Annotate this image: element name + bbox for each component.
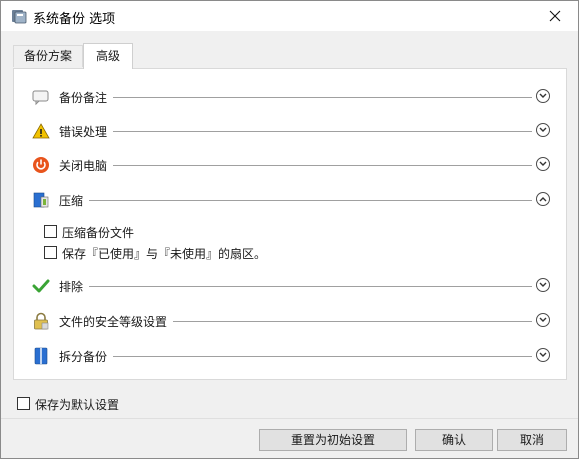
section-exclude[interactable]: 排除 [32, 275, 550, 297]
window-title: 系统备份 选项 [33, 12, 116, 27]
divider-line [59, 131, 532, 132]
section-label: 压缩 [59, 192, 90, 209]
options-dialog: 系统备份 选项 备份方案 高级 备份备注 错误处理 关闭电脑 压缩 压缩备份文件… [0, 0, 579, 459]
expand-toggle[interactable] [536, 89, 550, 103]
section-label: 备份备注 [59, 89, 114, 106]
save-default-checkbox[interactable] [17, 397, 30, 410]
close-button[interactable] [532, 1, 578, 31]
backup-app-icon [12, 10, 27, 24]
chevron-down-icon [539, 282, 547, 287]
ok-button[interactable]: 确认 [415, 429, 493, 451]
compress-file-label: 压缩备份文件 [62, 226, 135, 240]
split-icon [34, 347, 48, 365]
used-sectors-label: 保存『已使用』与『未使用』的扇区。 [62, 247, 267, 261]
checkmark-icon [32, 279, 50, 293]
tab-advanced[interactable]: 高级 [83, 43, 133, 69]
collapse-toggle[interactable] [536, 192, 550, 206]
section-label: 关闭电脑 [59, 157, 114, 174]
divider-line [59, 356, 532, 357]
button-bar: 重置为初始设置 确认 取消 [1, 418, 578, 458]
warning-icon [32, 123, 50, 139]
cancel-button[interactable]: 取消 [497, 429, 567, 451]
section-compress[interactable]: 压缩 [32, 189, 550, 211]
chevron-up-icon [539, 197, 547, 202]
compress-icon [33, 192, 49, 208]
chevron-down-icon [539, 93, 547, 98]
divider-line [59, 165, 532, 166]
expand-toggle[interactable] [536, 123, 550, 137]
chevron-down-icon [539, 127, 547, 132]
chevron-down-icon [539, 317, 547, 322]
divider-line [59, 286, 532, 287]
section-label: 错误处理 [59, 123, 114, 140]
section-shutdown[interactable]: 关闭电脑 [32, 154, 550, 176]
save-default-label: 保存为默认设置 [35, 398, 120, 412]
section-security-level[interactable]: 文件的安全等级设置 [32, 310, 550, 332]
advanced-panel: 备份备注 错误处理 关闭电脑 压缩 压缩备份文件 保存『已使用』与『未使用』的扇… [13, 68, 567, 380]
title-bar: 系统备份 选项 [1, 1, 578, 31]
section-label: 文件的安全等级设置 [59, 313, 174, 330]
power-icon [33, 157, 49, 173]
section-label: 排除 [59, 278, 90, 295]
chevron-down-icon [539, 352, 547, 357]
expand-toggle[interactable] [536, 313, 550, 327]
divider-line [59, 200, 532, 201]
chevron-down-icon [539, 161, 547, 166]
section-backup-note[interactable]: 备份备注 [32, 86, 550, 108]
expand-toggle[interactable] [536, 348, 550, 362]
section-split-backup[interactable]: 拆分备份 [32, 345, 550, 367]
divider-line [59, 97, 532, 98]
section-error-handling[interactable]: 错误处理 [32, 120, 550, 142]
expand-toggle[interactable] [536, 278, 550, 292]
expand-toggle[interactable] [536, 157, 550, 171]
section-label: 拆分备份 [59, 348, 114, 365]
used-sectors-checkbox[interactable] [44, 246, 57, 259]
tab-backup-scheme[interactable]: 备份方案 [13, 45, 83, 67]
reset-button[interactable]: 重置为初始设置 [259, 429, 407, 451]
close-icon [549, 10, 561, 22]
compress-file-checkbox[interactable] [44, 225, 57, 238]
lock-icon [34, 312, 49, 330]
note-icon [32, 90, 49, 106]
